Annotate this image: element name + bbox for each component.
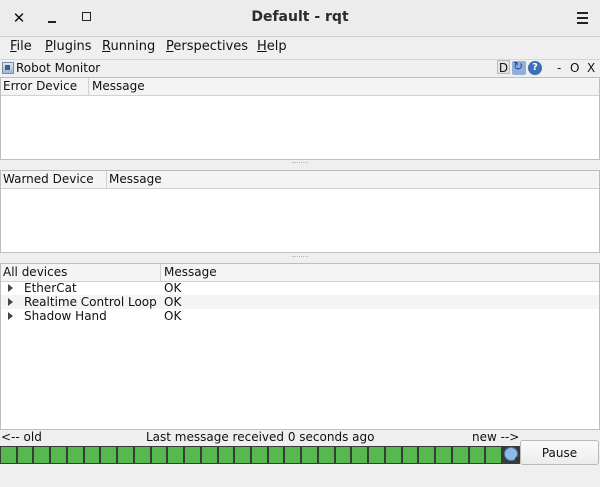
message-timeline[interactable]	[0, 446, 520, 464]
timeline-segment[interactable]	[352, 447, 368, 463]
timeline-segment[interactable]	[235, 447, 250, 463]
hamburger-menu-icon[interactable]	[577, 12, 588, 27]
expand-arrow-icon[interactable]	[8, 298, 13, 306]
device-name: EtherCat	[24, 281, 77, 295]
timeline-segment[interactable]	[51, 447, 66, 463]
dock-float-button[interactable]: O	[570, 61, 579, 75]
error-device-table[interactable]: Error Device Message	[0, 77, 600, 160]
timeline-segment[interactable]	[302, 447, 317, 463]
table-row[interactable]: Shadow Hand OK	[1, 309, 599, 323]
dock-close-button[interactable]: X	[587, 61, 595, 75]
table-header: All devices Message	[1, 264, 599, 282]
timeline-segment[interactable]	[369, 447, 384, 463]
robot-monitor-plugin-icon	[2, 62, 14, 74]
timeline-segment[interactable]	[385, 447, 401, 463]
timeline-segment[interactable]	[201, 447, 217, 463]
pause-button[interactable]: Pause	[520, 440, 599, 465]
dock-minimize-button[interactable]: -	[557, 61, 561, 75]
timeline-segment[interactable]	[436, 447, 451, 463]
timeline-segment[interactable]	[168, 447, 184, 463]
table-header: Warned Device Message	[1, 171, 599, 189]
menu-perspectives[interactable]: Perspectives	[166, 39, 248, 54]
timeline-segment[interactable]	[486, 447, 501, 463]
dock-header: Robot Monitor D ? - O X	[0, 59, 600, 77]
menu-running[interactable]: Running	[102, 39, 155, 54]
timeline-segment[interactable]	[318, 447, 334, 463]
menu-plugins[interactable]: Plugins	[45, 39, 92, 54]
timeline-segment[interactable]	[402, 447, 418, 463]
window-title: Default - rqt	[251, 9, 349, 25]
timeline-segment[interactable]	[1, 447, 16, 463]
splitter-handle[interactable]	[0, 254, 600, 260]
timeline-segment[interactable]	[118, 447, 133, 463]
device-message: OK	[164, 281, 182, 295]
timeline-segment[interactable]	[218, 447, 234, 463]
dock-title: Robot Monitor	[16, 61, 101, 75]
timeline-segment[interactable]	[285, 447, 301, 463]
column-header-message[interactable]: Message	[109, 172, 162, 186]
column-header-message[interactable]: Message	[164, 265, 217, 279]
timeline-segment[interactable]	[84, 447, 100, 463]
timeline-segment[interactable]	[101, 447, 117, 463]
reload-icon[interactable]	[512, 59, 526, 75]
table-row[interactable]: Realtime Control Loop OK	[1, 295, 599, 309]
menu-help[interactable]: Help	[257, 39, 287, 54]
timeline-segment[interactable]	[17, 447, 33, 463]
device-message: OK	[164, 295, 182, 309]
timeline-new-label: new -->	[472, 430, 520, 444]
timeline-segment[interactable]	[335, 447, 351, 463]
all-devices-table[interactable]: All devices Message EtherCat OK Realtime…	[0, 263, 600, 430]
column-header-device[interactable]: Warned Device	[3, 172, 94, 186]
timeline-old-label: <-- old	[1, 430, 42, 444]
column-header-device[interactable]: Error Device	[3, 79, 77, 93]
menu-file[interactable]: File	[10, 39, 32, 54]
expand-arrow-icon[interactable]	[8, 312, 13, 320]
timeline-segment[interactable]	[452, 447, 468, 463]
device-name: Realtime Control Loop	[24, 295, 157, 309]
device-name: Shadow Hand	[24, 309, 107, 323]
timeline-segment[interactable]	[151, 447, 167, 463]
timeline-segment[interactable]	[134, 447, 150, 463]
device-message: OK	[164, 309, 182, 323]
debug-toggle-button[interactable]: D	[497, 60, 510, 75]
timeline-segment[interactable]	[469, 447, 485, 463]
column-header-message[interactable]: Message	[92, 79, 145, 93]
column-header-device[interactable]: All devices	[3, 265, 67, 279]
timeline-segment[interactable]	[185, 447, 200, 463]
timeline-segment[interactable]	[252, 447, 267, 463]
table-row[interactable]: EtherCat OK	[1, 281, 599, 295]
splitter-handle[interactable]	[0, 160, 600, 166]
title-bar: ✕ Default - rqt	[0, 0, 600, 37]
timeline-segment[interactable]	[34, 447, 50, 463]
menu-bar: File Plugins Running Perspectives Help	[0, 37, 600, 60]
help-icon[interactable]: ?	[528, 61, 542, 75]
timeline-segment[interactable]	[419, 447, 435, 463]
magnifier-icon[interactable]	[504, 447, 518, 461]
timeline-segment[interactable]	[268, 447, 284, 463]
table-header: Error Device Message	[1, 78, 599, 96]
warned-device-table[interactable]: Warned Device Message	[0, 170, 600, 253]
timeline-segment[interactable]	[67, 447, 83, 463]
expand-arrow-icon[interactable]	[8, 284, 13, 292]
last-message-label: Last message received 0 seconds ago	[146, 430, 375, 444]
